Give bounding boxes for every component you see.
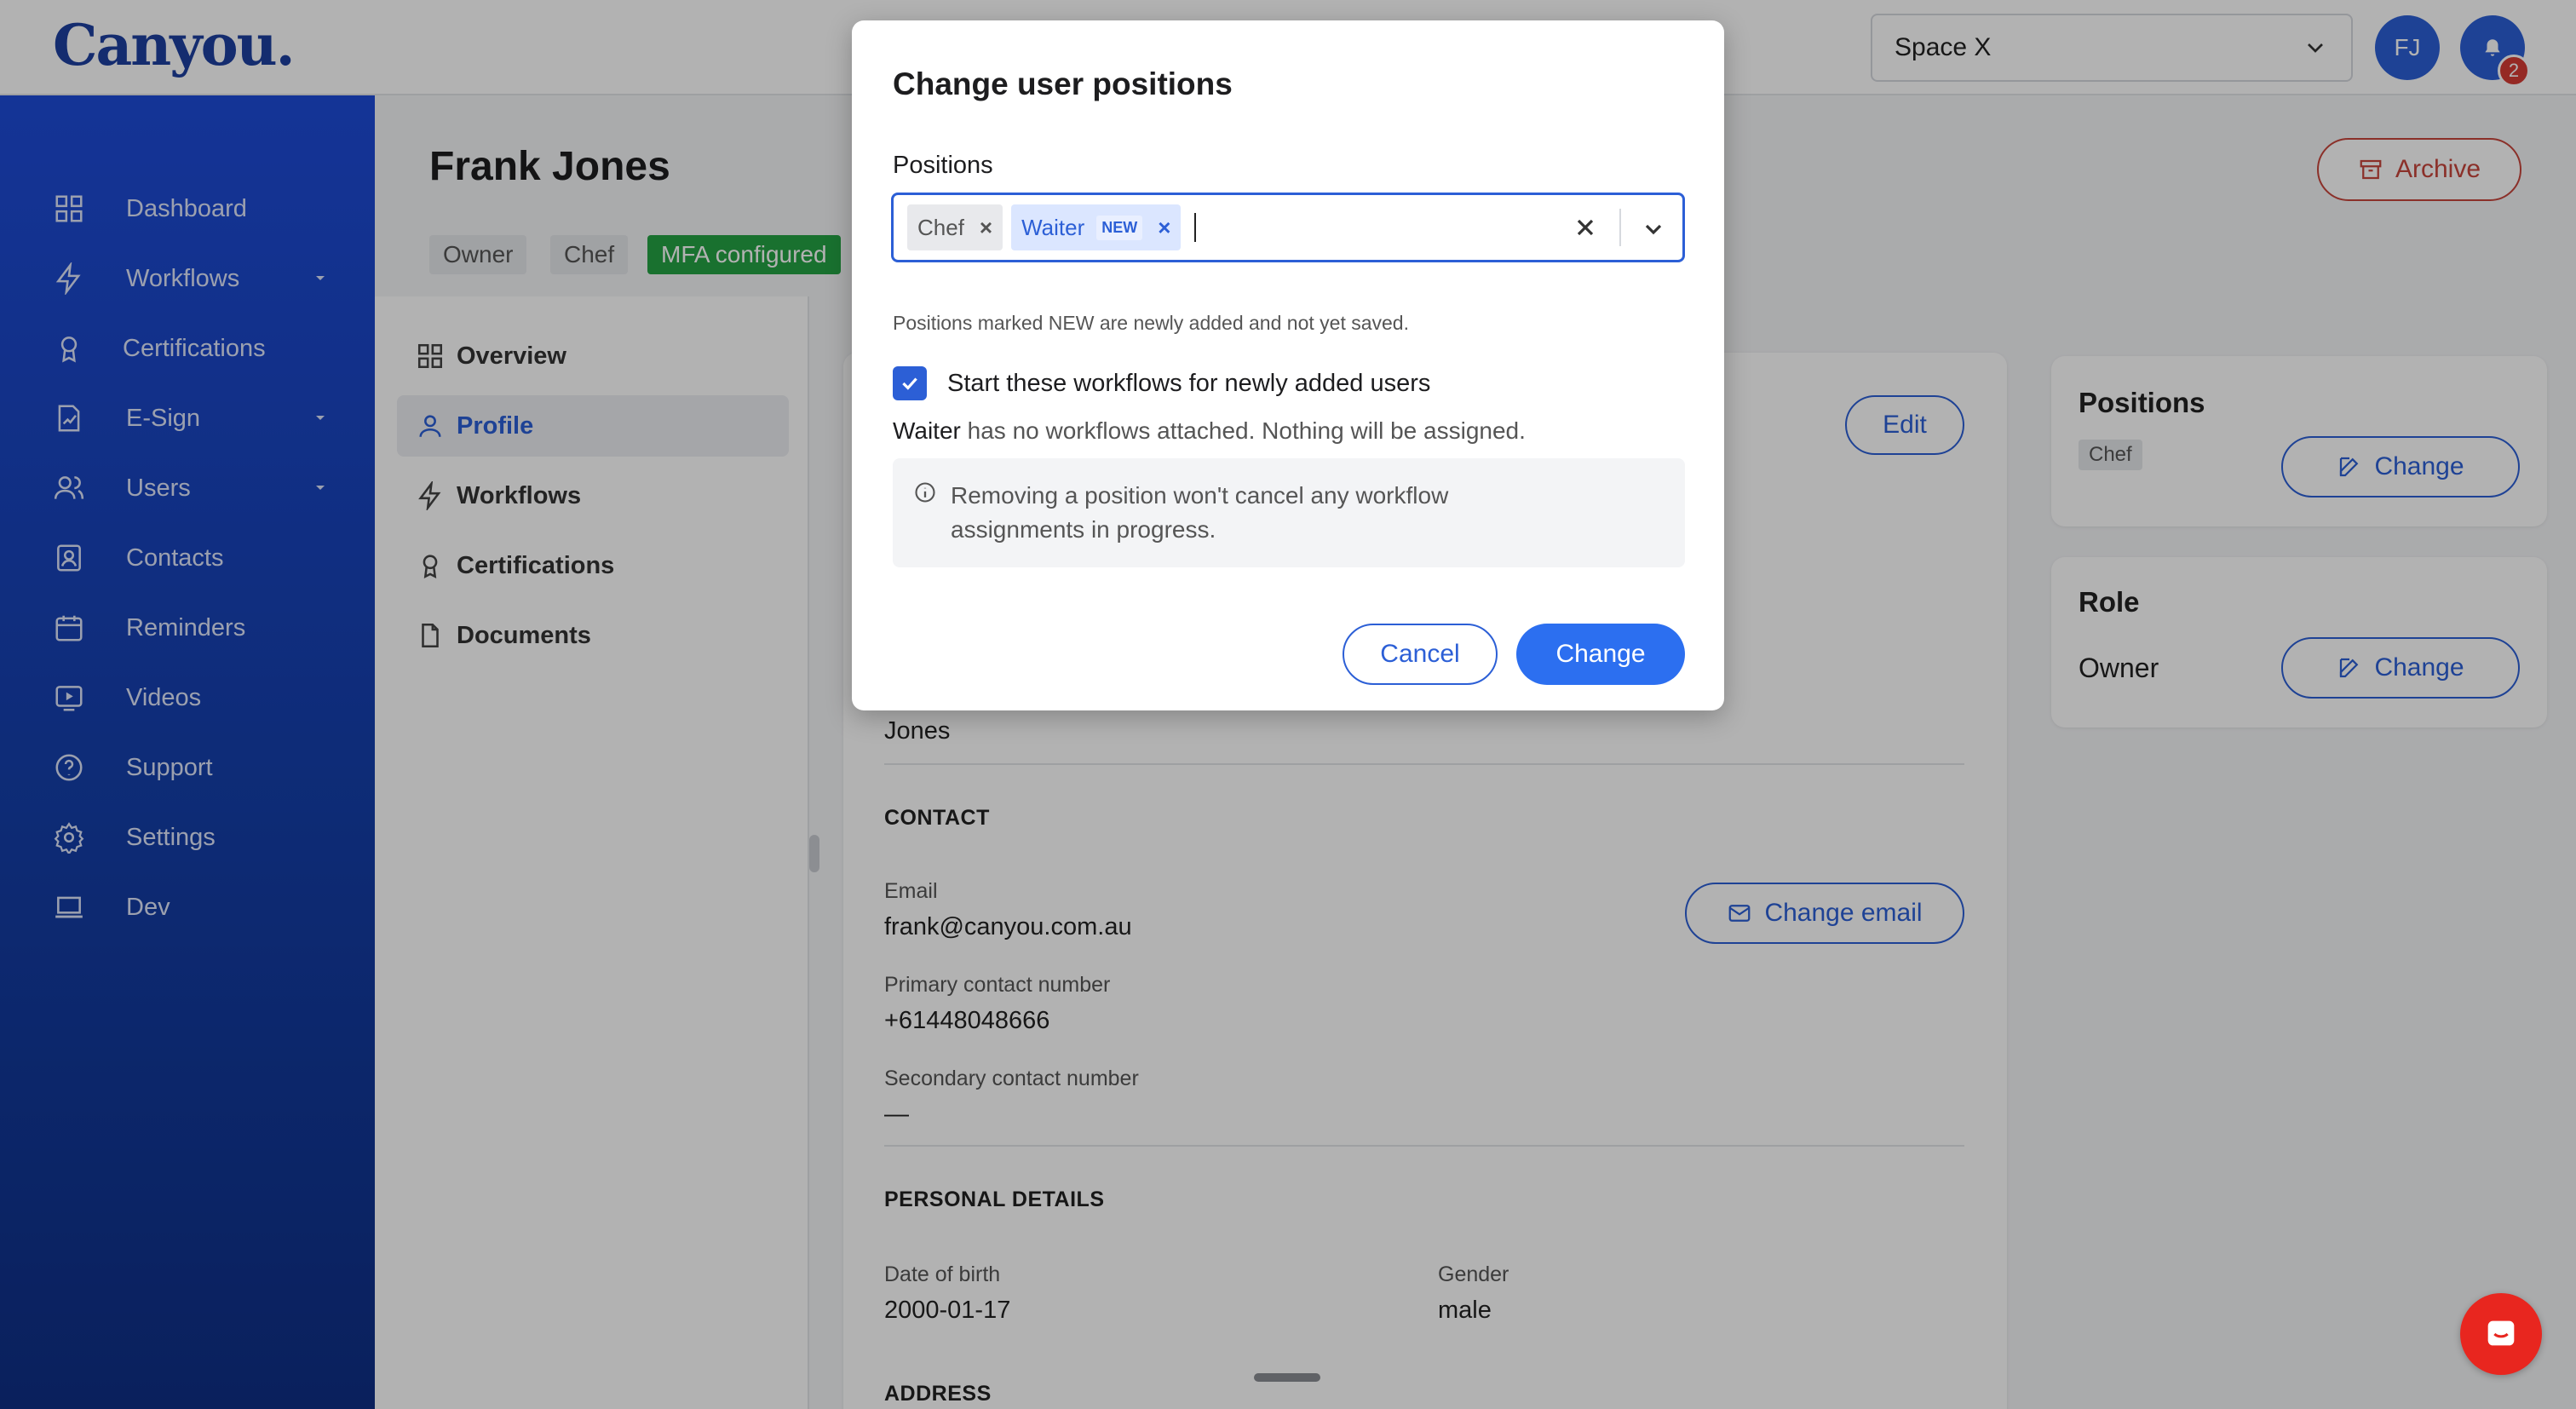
- new-badge: NEW: [1096, 215, 1143, 240]
- change-positions-dialog: Change user positions Positions Chef × W…: [852, 20, 1724, 710]
- positions-multiselect[interactable]: Chef × Waiter NEW ×: [891, 193, 1685, 262]
- remove-chip-icon[interactable]: ×: [980, 215, 992, 241]
- note-position-name: Waiter: [893, 417, 961, 444]
- workflow-note: Waiter has no workflows attached. Nothin…: [893, 417, 1526, 445]
- chevron-down-icon[interactable]: [1640, 216, 1667, 243]
- position-chip-chef: Chef ×: [907, 204, 1003, 250]
- positions-hint: Positions marked NEW are newly added and…: [893, 312, 1409, 334]
- check-icon: [902, 377, 917, 390]
- info-callout: Removing a position won't cancel any wor…: [893, 458, 1685, 567]
- select-separator: [1619, 209, 1621, 246]
- text-cursor: [1194, 213, 1197, 242]
- chip-label: Waiter: [1021, 214, 1085, 240]
- clear-icon[interactable]: [1572, 214, 1599, 241]
- cancel-button[interactable]: Cancel: [1343, 624, 1498, 685]
- info-icon: [915, 482, 935, 503]
- dialog-title: Change user positions: [893, 66, 1233, 101]
- start-workflows-checkbox[interactable]: [893, 366, 927, 400]
- change-button[interactable]: Change: [1516, 624, 1685, 685]
- chat-launcher-button[interactable]: [2460, 1293, 2542, 1375]
- note-text: has no workflows attached. Nothing will …: [960, 417, 1526, 444]
- chip-label: Chef: [917, 214, 964, 240]
- remove-chip-icon[interactable]: ×: [1158, 215, 1170, 241]
- position-chip-waiter: Waiter NEW ×: [1011, 204, 1182, 250]
- chat-icon: [2487, 1320, 2515, 1346]
- info-text: Removing a position won't cancel any wor…: [951, 482, 1449, 543]
- positions-field-label: Positions: [893, 152, 993, 179]
- start-workflows-label[interactable]: Start these workflows for newly added us…: [947, 370, 1430, 398]
